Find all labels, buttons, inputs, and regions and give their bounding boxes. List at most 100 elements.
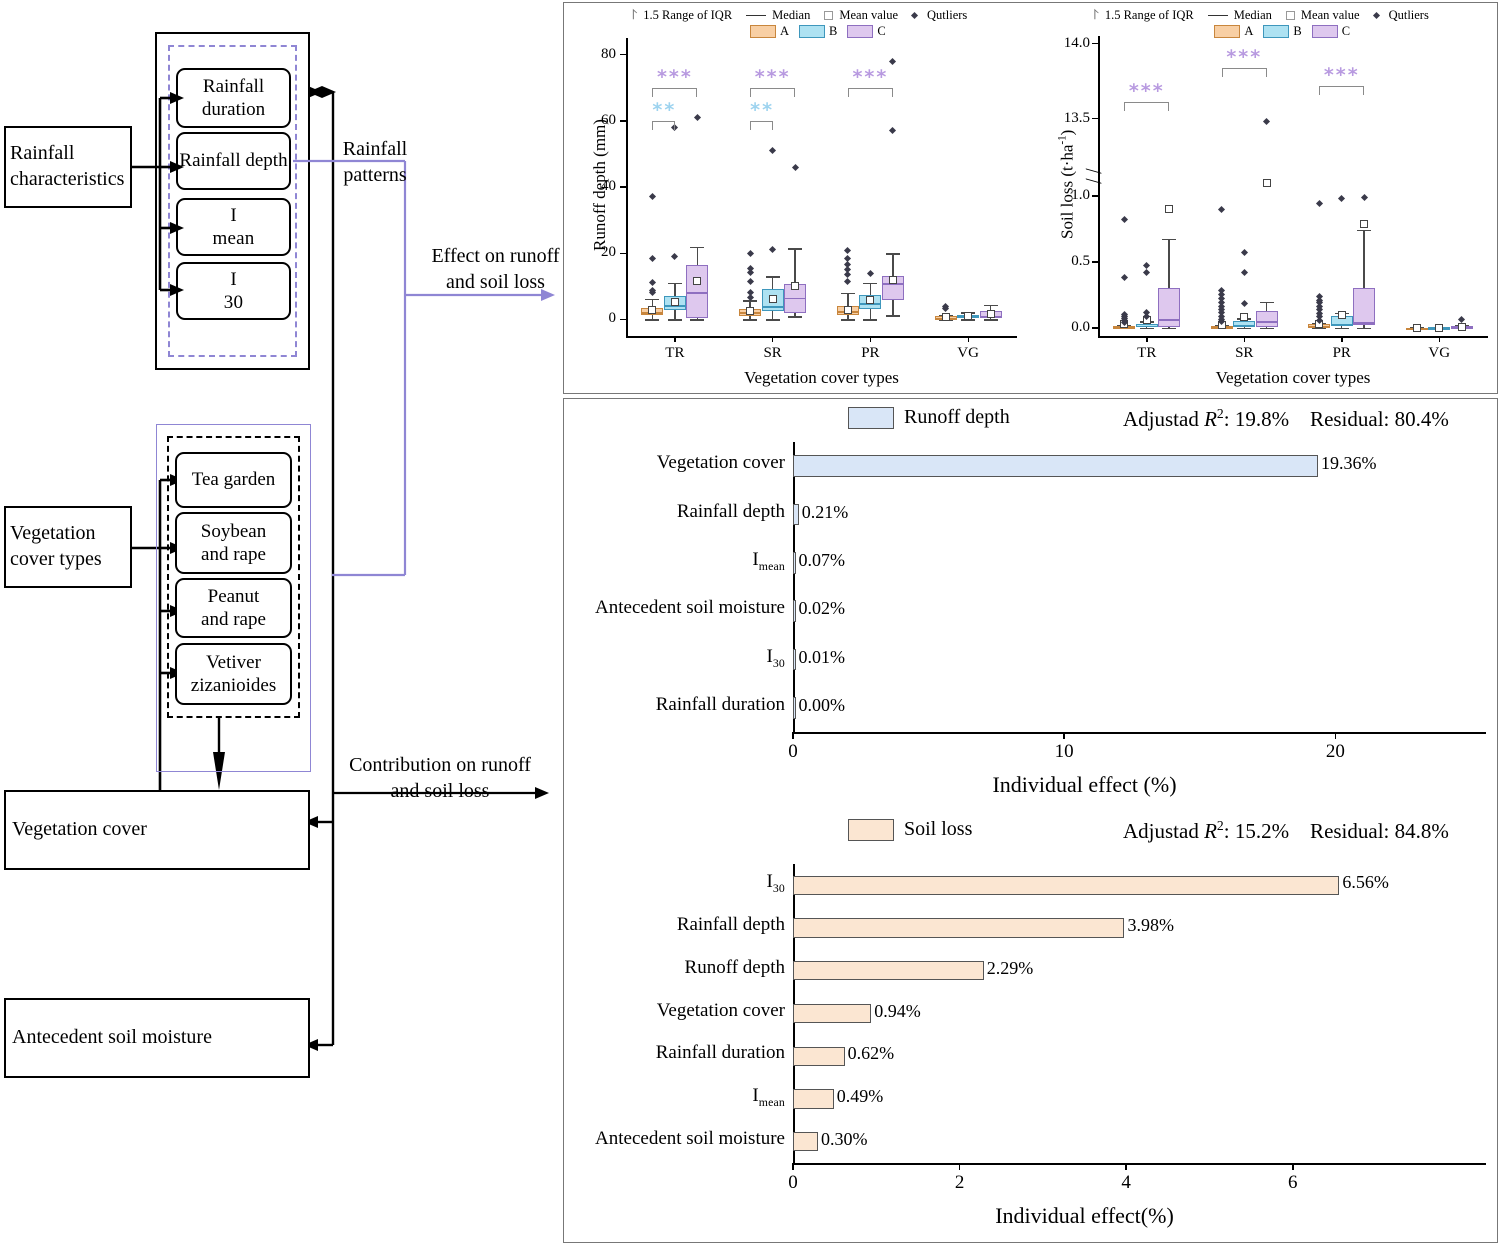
soil-loss-effects: Soil loss Adjustad R2: 15.2% Residual: 84… [565,812,1496,1241]
bar-category-label-5: Imean [752,1084,785,1109]
x-tick-label: 6 [1287,1172,1298,1193]
legend-swatch-A [1214,25,1241,38]
significance-stars: ** [750,98,775,121]
outlier-point [889,127,897,135]
bar-category-label-0: Vegetation cover [656,452,785,474]
node-tea-garden: Tea garden [175,452,292,508]
edge-label-rainfall-patterns: Rainfall patterns [342,138,408,186]
node-soybean-rape: Soybean and rape [175,512,292,574]
median-line-icon [1207,14,1228,17]
legend-group-label-A: A [780,24,790,38]
node-peanut-rape: Peanut and rape [175,578,292,638]
x-tick-label: 0 [788,1172,798,1193]
bar-category-label-1: Rainfall depth [676,500,785,522]
bar-4 [793,1046,845,1066]
outlier-point [746,250,754,258]
mean-marker [843,305,852,314]
median-line [1255,320,1278,323]
runoff-depth-boxplot: ⨡ 1.5 Range of IQR Median Mean value Qutlier… [568,6,1023,390]
outlier-point [671,252,679,261]
outlier-point [1120,273,1128,281]
median-line [1330,324,1353,326]
legend-outliers-label: Qutliers [1388,8,1429,22]
mean-marker [648,305,657,314]
significance-bracket [750,120,773,130]
legend-swatch [848,406,894,429]
bar-legend: Soil loss [848,818,972,841]
node-vegetation-cover-label: Vegetation cover [12,818,147,841]
x-tick [967,336,969,342]
whisker-upper [696,246,699,265]
bar-2 [793,551,796,574]
outlier-point [1360,193,1368,201]
y-tick [620,186,626,188]
legend-swatch [848,818,894,841]
whisker-cap-lower [840,319,855,321]
y-tick [620,53,626,56]
whisker-cap-lower [667,319,682,321]
y-tick [1092,327,1098,329]
legend-mean-label: Mean value [1300,8,1360,22]
legend-group-label-A: A [1244,24,1254,38]
x-tick-label: 4 [1121,1172,1131,1193]
x-axis-title: Vegetation cover types [744,368,899,387]
outlier-point [648,254,656,262]
median-line [784,297,807,300]
x-tick [792,732,794,739]
whisker-upper [794,248,796,284]
x-tick [792,1163,794,1170]
significance-stars: *** [1128,80,1165,102]
whisker-cap-upper [1162,238,1177,241]
runoff-depth-effects: Runoff depth Adjustad R2: 19.8% Residual:… [565,400,1496,810]
bar-1 [793,918,1125,938]
mean-square-icon [1285,11,1295,20]
legend-iqr-label: 1.5 Range of IQR [643,8,733,22]
mean-marker [888,276,897,285]
y-axis-line [793,442,795,732]
bar-0 [793,875,1340,895]
whisker-upper [1363,229,1365,288]
legend-mean-label: Mean value [839,8,899,22]
bar-value-label-5: 0.00% [798,694,846,715]
x-tick [1146,336,1148,342]
x-tick [1125,1163,1127,1170]
y-tick-label: 0 [608,310,617,327]
significance-bracket [847,87,893,97]
whisker-upper [892,253,894,277]
mean-marker [1165,205,1174,214]
x-axis-title: Vegetation cover types [1215,368,1371,387]
x-tick [1341,336,1343,342]
x-tick-label: VG [1428,345,1451,361]
whisker-cap-upper [765,276,780,278]
outlier-point [746,277,754,285]
outlier-point [1240,268,1248,277]
x-tick-label: 0 [788,741,798,762]
x-axis-line [626,336,1017,338]
whisker-upper [847,292,849,306]
whisker-cap-lower [885,315,900,317]
median-line [761,306,784,308]
node-vegetation-cover-types-label: Vegetation cover types [10,522,102,570]
bar-category-label-5: Rainfall duration [655,693,785,715]
whisker-lower [674,309,676,320]
whisker-lower [869,308,872,320]
whisker-cap-lower [645,319,660,321]
significance-bracket [1319,86,1365,95]
x-axis-line [1098,336,1488,338]
whisker-upper [771,276,774,290]
bar-1 [793,503,799,526]
median-line-icon [746,14,767,17]
y-tick [1092,195,1098,197]
outlier-point [648,278,656,286]
boxplot-legend-row-2: A B C [750,24,892,39]
mean-marker [1337,310,1346,319]
outlier-point [1143,262,1151,270]
x-tick [869,336,872,342]
whisker-cap-lower [690,319,705,321]
iqr-icon: ⨡ [631,7,638,23]
boxplot-legend-row-1: ⨡ 1.5 Range of IQR Median Mean value Qutlier… [632,8,968,23]
bar-value-label-4: 0.01% [798,646,846,667]
significance-bracket [1221,68,1267,77]
outlier-point [769,246,777,254]
y-tick [620,318,626,321]
